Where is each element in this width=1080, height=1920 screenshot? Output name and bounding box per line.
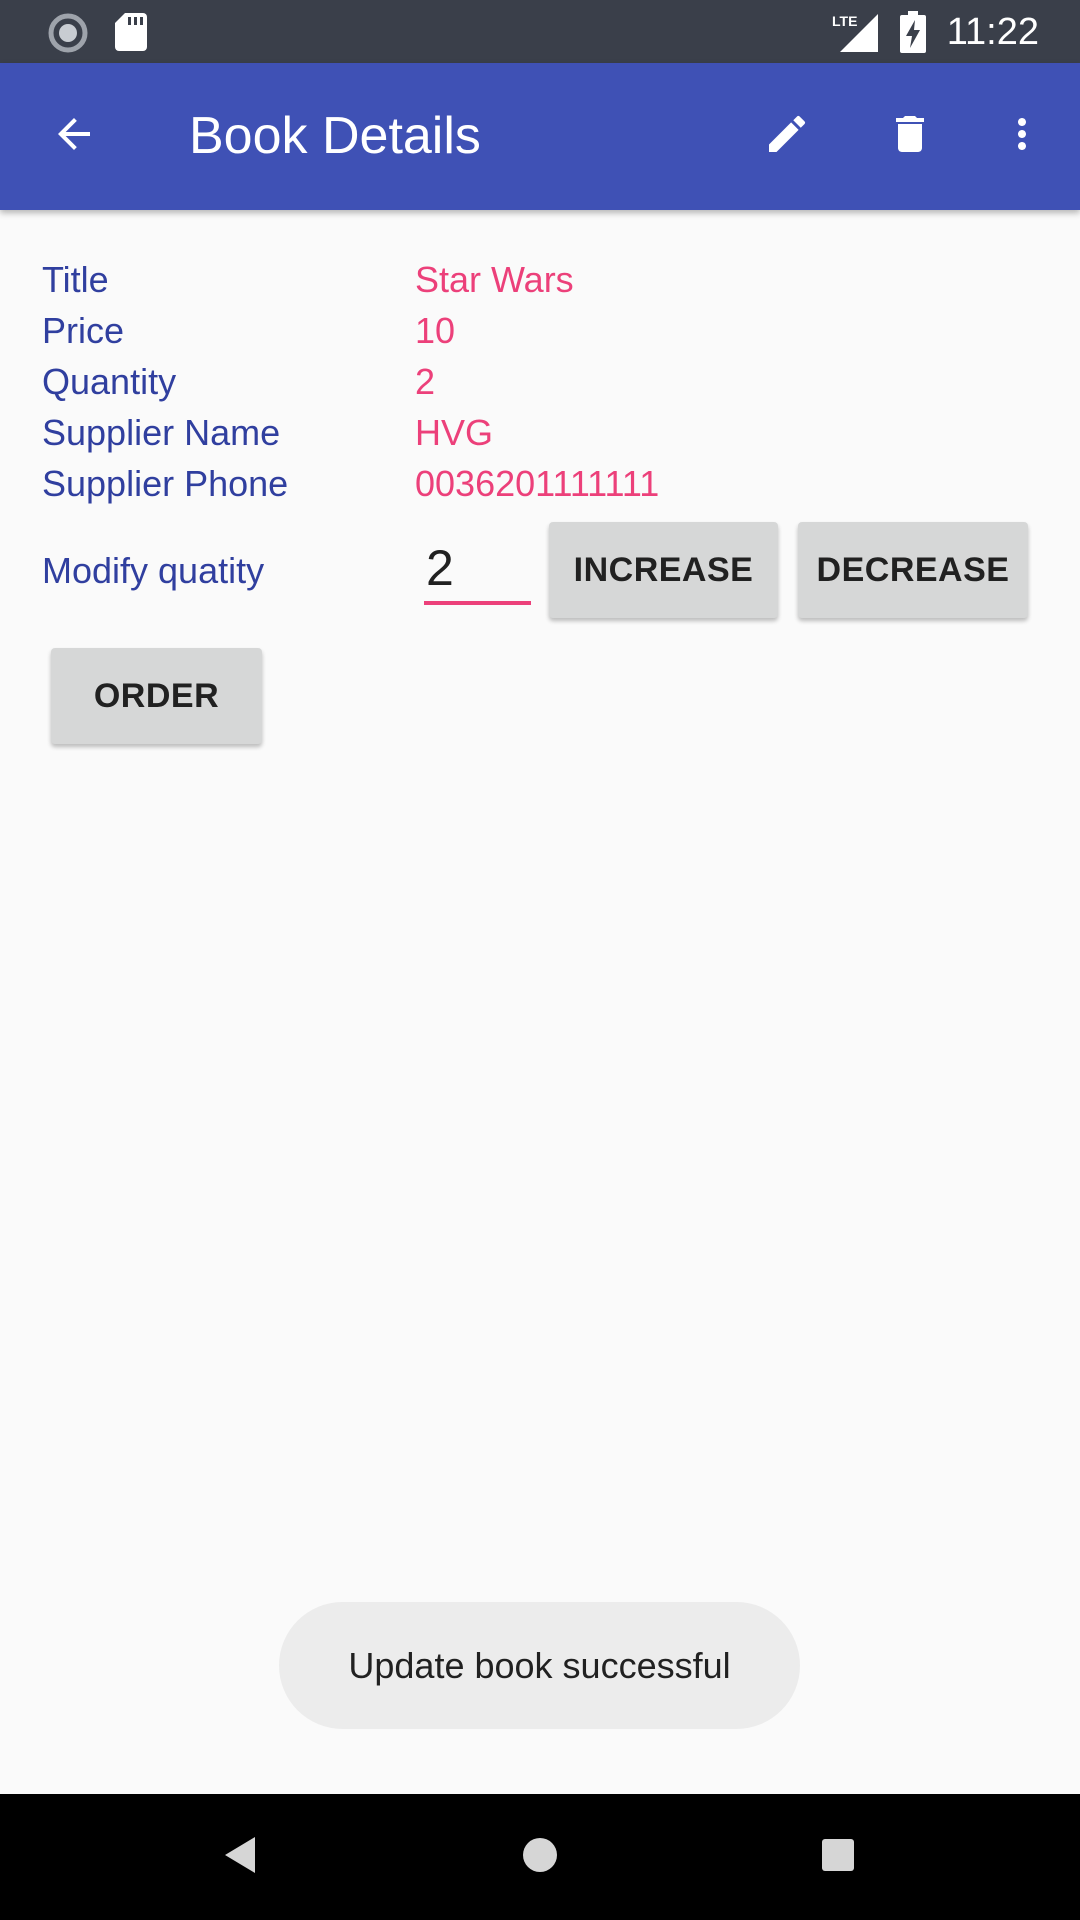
detail-value: 2	[415, 361, 436, 402]
sync-icon	[48, 13, 88, 58]
nav-home-icon	[520, 1835, 560, 1880]
detail-label: Supplier Phone	[42, 463, 289, 504]
detail-label: Quantity	[42, 361, 177, 402]
signal-icon: LTE	[832, 12, 880, 57]
detail-row-supplier-phone: Supplier Phone 0036201111111	[0, 458, 1080, 509]
navigation-bar	[0, 1794, 1080, 1920]
detail-row-quantity: Quantity 2	[0, 356, 1080, 407]
detail-label: Price	[42, 310, 125, 351]
detail-value: 0036201111111	[415, 463, 660, 504]
delete-icon	[886, 110, 934, 163]
status-time: 11:22	[946, 11, 1039, 53]
detail-row-supplier-name: Supplier Name HVG	[0, 407, 1080, 458]
more-vert-icon	[998, 110, 1046, 163]
detail-value: 10	[415, 310, 456, 351]
nav-recents-icon	[820, 1837, 856, 1878]
detail-row-title: Title Star Wars	[0, 254, 1080, 305]
page-title: Book Details	[189, 107, 481, 165]
modify-quantity-label: Modify quatity	[42, 550, 265, 591]
order-button[interactable]: ORDER	[51, 648, 262, 744]
detail-row-price: Price 10	[0, 305, 1080, 356]
increase-button[interactable]: INCREASE	[549, 522, 778, 618]
quantity-input[interactable]	[424, 535, 531, 605]
detail-value: HVG	[415, 412, 494, 453]
app-bar: Book Details	[0, 63, 1080, 210]
status-bar: LTE 11:22	[0, 0, 1080, 63]
nav-home-button[interactable]	[504, 1821, 576, 1893]
back-button[interactable]	[38, 100, 110, 172]
edit-button[interactable]	[751, 100, 823, 172]
detail-label: Title	[42, 259, 109, 300]
sd-card-icon	[115, 13, 147, 56]
detail-label: Supplier Name	[42, 412, 281, 453]
network-label: LTE	[832, 13, 857, 29]
delete-button[interactable]	[874, 100, 946, 172]
more-options-button[interactable]	[986, 100, 1058, 172]
edit-icon	[763, 110, 811, 163]
decrease-button[interactable]: DECREASE	[798, 522, 1028, 618]
nav-back-icon	[223, 1835, 259, 1880]
back-arrow-icon	[50, 110, 98, 163]
battery-charging-icon	[900, 11, 926, 58]
detail-value: Star Wars	[415, 259, 574, 300]
toast-message: Update book successful	[279, 1602, 800, 1729]
nav-back-button[interactable]	[205, 1821, 277, 1893]
nav-recents-button[interactable]	[802, 1821, 874, 1893]
